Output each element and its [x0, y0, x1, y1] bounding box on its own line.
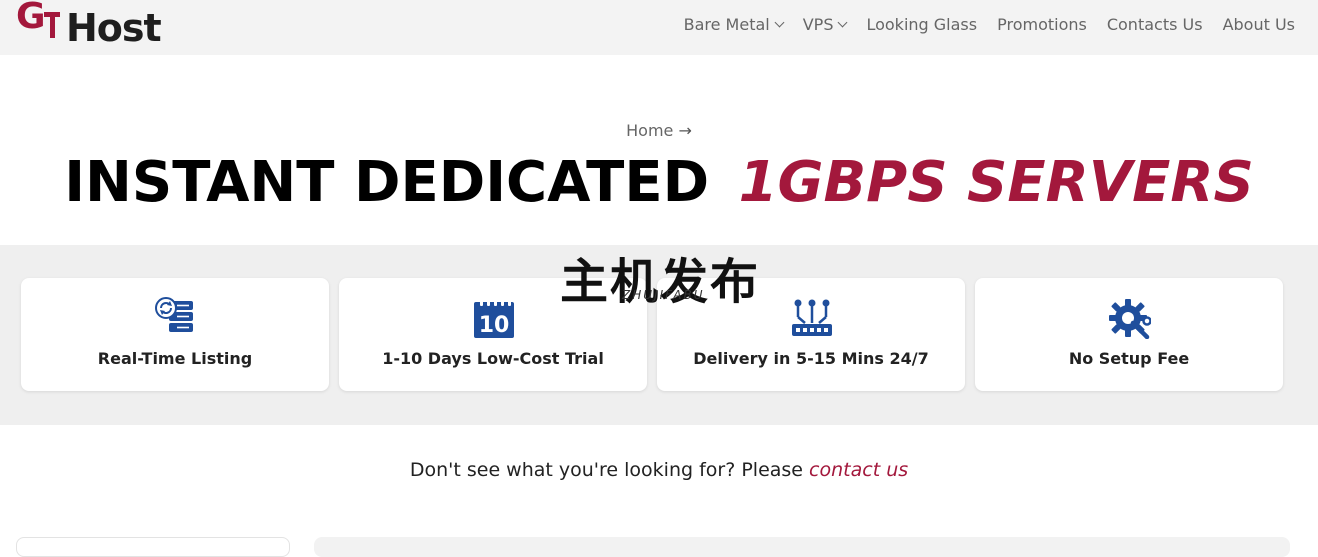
title-accent: 1GBPS SERVERS	[738, 150, 1254, 215]
feature-card-no-setup-fee: No Setup Fee	[975, 278, 1283, 391]
top-navigation-bar: G Host Bare Metal VPS Looking Glass Prom…	[0, 0, 1318, 55]
main-nav: Bare Metal VPS Looking Glass Promotions …	[684, 12, 1295, 36]
feature-label: Real-Time Listing	[97, 349, 253, 368]
nav-about-us[interactable]: About Us	[1223, 12, 1295, 36]
feature-label: Delivery in 5-15 Mins 24/7	[693, 349, 929, 368]
server-refresh-icon	[155, 297, 193, 332]
server-listing-panel	[314, 537, 1290, 557]
page-title: INSTANT DEDICATED 1GBPS SERVERS	[0, 150, 1318, 215]
calendar-10-icon: 10	[474, 298, 514, 338]
gear-wrench-icon	[1109, 299, 1151, 339]
feature-label: No Setup Fee	[1068, 349, 1190, 368]
arrow-right-icon: →	[678, 121, 692, 140]
feature-label: 1-10 Days Low-Cost Trial	[382, 349, 604, 368]
nav-promotions[interactable]: Promotions	[997, 12, 1087, 36]
network-switch-icon	[792, 299, 832, 336]
nav-vps[interactable]: VPS	[803, 12, 848, 36]
nav-contacts-us[interactable]: Contacts Us	[1107, 12, 1203, 36]
nav-looking-glass[interactable]: Looking Glass	[866, 12, 977, 36]
chevron-down-icon	[774, 17, 785, 27]
logo-g-mark: G	[16, 0, 45, 37]
title-main: INSTANT DEDICATED	[64, 150, 710, 215]
nav-bare-metal[interactable]: Bare Metal	[684, 12, 785, 36]
breadcrumb: Home →	[0, 121, 1318, 140]
filter-panel	[16, 537, 290, 557]
feature-card-realtime: Real-Time Listing	[21, 278, 329, 391]
svg-text:10: 10	[479, 313, 510, 338]
gthost-logo[interactable]: G Host	[16, 0, 176, 54]
contact-prompt-text: Don't see what you're looking for? Pleas…	[409, 459, 803, 481]
chevron-down-icon	[838, 17, 848, 27]
contact-us-link[interactable]: contact us	[809, 459, 908, 481]
watermark-pinyin-text: ZHUJIFABU	[622, 288, 705, 302]
logo-t-mark	[44, 12, 60, 46]
watermark-logo: 主机发布 ZHUJIFABU	[560, 244, 760, 310]
breadcrumb-home[interactable]: Home	[626, 121, 673, 140]
contact-prompt: Don't see what you're looking for? Pleas…	[0, 459, 1318, 481]
logo-host-text: Host	[66, 6, 162, 50]
